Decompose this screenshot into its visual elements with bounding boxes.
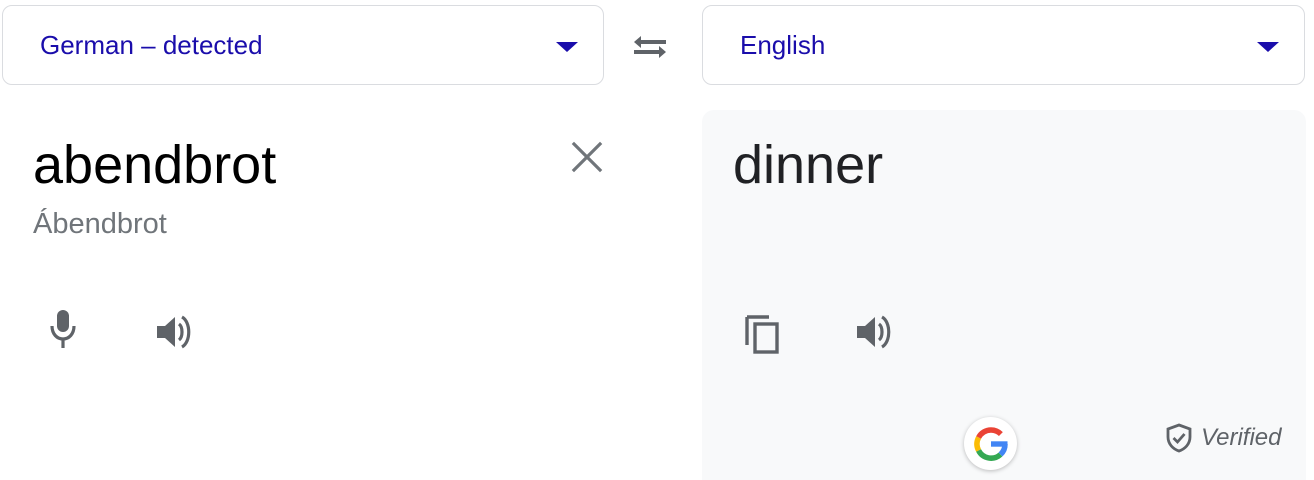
- speaker-icon: [157, 315, 191, 349]
- copy-translation-button[interactable]: [740, 312, 784, 356]
- swap-languages-button[interactable]: [630, 30, 670, 64]
- source-transliteration: Ábendbrot: [33, 208, 167, 240]
- verified-label: Verified: [1201, 424, 1282, 451]
- listen-translation-button[interactable]: [853, 310, 897, 354]
- close-icon: [571, 141, 603, 173]
- translate-widget: German – detected English abendbrot Áben…: [0, 0, 1314, 480]
- target-language-label: English: [740, 29, 826, 60]
- clear-source-button[interactable]: [570, 140, 604, 174]
- speaker-icon: [857, 315, 891, 349]
- verified-badge[interactable]: Verified: [1165, 423, 1281, 453]
- source-text-area[interactable]: abendbrot Ábendbrot: [0, 110, 640, 480]
- microphone-icon: [50, 310, 76, 348]
- target-language-select[interactable]: English: [702, 5, 1305, 85]
- caret-down-icon: [556, 42, 578, 52]
- shield-check-icon: [1166, 423, 1192, 453]
- google-g-icon: [973, 426, 1008, 461]
- listen-source-button[interactable]: [153, 310, 197, 354]
- copy-icon: [745, 315, 779, 354]
- source-language-select[interactable]: German – detected: [2, 5, 604, 85]
- microphone-button[interactable]: [41, 307, 85, 351]
- source-text[interactable]: abendbrot: [33, 135, 276, 195]
- swap-arrows-icon: [634, 36, 666, 58]
- caret-down-icon: [1257, 42, 1279, 52]
- source-language-label: German – detected: [40, 29, 263, 60]
- open-in-google-translate-button[interactable]: [964, 417, 1017, 470]
- translated-text: dinner: [733, 135, 884, 195]
